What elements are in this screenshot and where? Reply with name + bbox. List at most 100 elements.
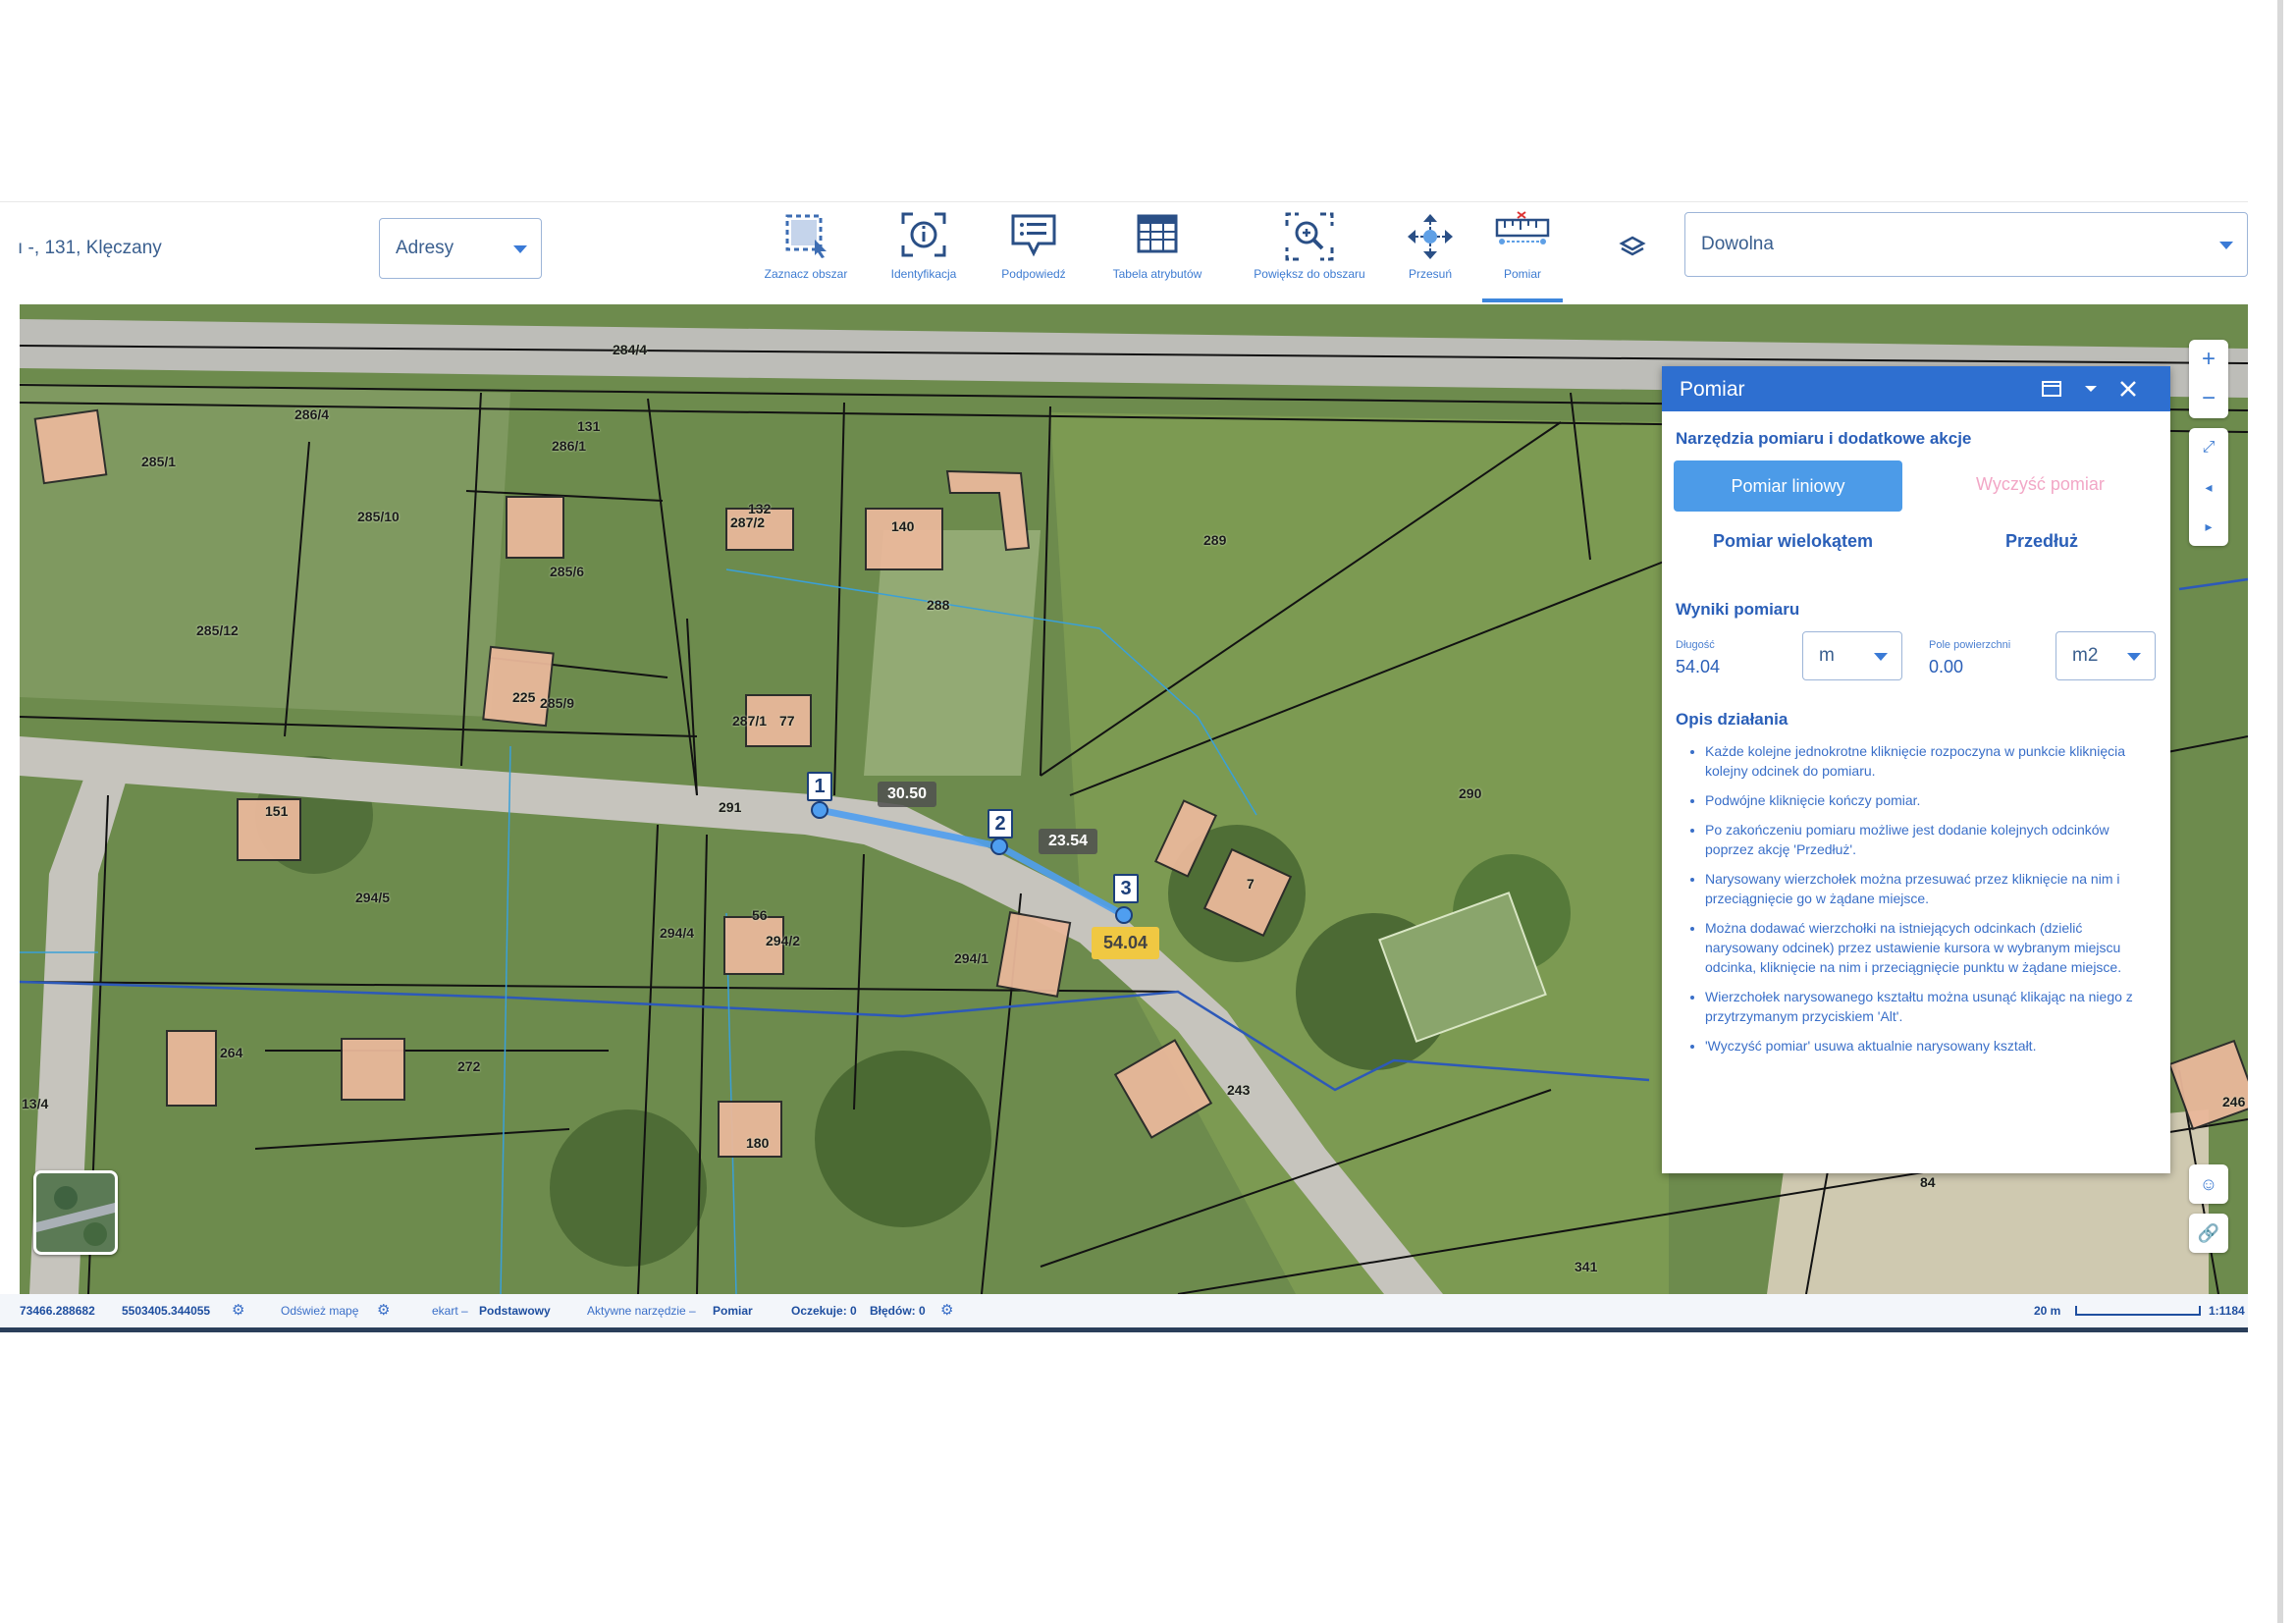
zoom-controls: + − [2189, 340, 2228, 418]
parcel-label: 294/4 [660, 925, 695, 941]
waiting-count: Oczekuje: 0 [791, 1304, 857, 1318]
total-length-label: 54.04 [1092, 927, 1160, 959]
tool-label: Powiększ do obszaru [1254, 267, 1365, 281]
address-text: ı -, 131, Klęczany [18, 238, 162, 258]
area-value: 0.00 [1929, 657, 1964, 676]
description-section-title: Opis działania [1676, 710, 1789, 729]
measure-point-2[interactable]: 2 [988, 809, 1013, 839]
measure-point-1[interactable]: 1 [807, 772, 832, 801]
parcel-label: 287/1 [732, 713, 768, 729]
zoom-out-icon[interactable]: − [2189, 379, 2228, 418]
scale-select-value: Dowolna [1701, 234, 1774, 254]
tool-attribute-table[interactable]: Tabela atrybutów [1103, 202, 1211, 300]
parcel-label: 246 [2222, 1094, 2246, 1109]
tool-measure[interactable]: Pomiar [1482, 202, 1563, 302]
parcel-label: 13/4 [22, 1096, 49, 1111]
parcel-label: 272 [457, 1058, 481, 1074]
extend-button[interactable]: Przedłuż [2005, 531, 2078, 552]
polygon-measure-button[interactable]: Pomiar wielokątem [1713, 531, 1873, 552]
speech-bubble-icon [1011, 214, 1056, 257]
settings-icon[interactable]: ⚙ [940, 1301, 953, 1319]
active-tool-value: Pomiar [713, 1304, 753, 1318]
chevron-down-icon [1874, 653, 1888, 661]
close-icon[interactable] [2115, 376, 2141, 402]
settings-icon[interactable]: ⚙ [377, 1301, 390, 1319]
tool-pan[interactable]: Przesuń [1376, 202, 1484, 300]
chevron-down-icon [2219, 242, 2233, 249]
tool-label: Przesuń [1408, 267, 1453, 281]
description-item: Narysowany wierzchołek można przesuwać p… [1705, 869, 2153, 908]
parcel-label: 285/9 [540, 695, 575, 711]
toolbar: ı -, 131, Klęczany Adresy Zaznacz obszar… [0, 201, 2248, 302]
tool-zoom-area[interactable]: Powiększ do obszaru [1251, 202, 1368, 300]
parcel-label: 77 [779, 713, 795, 729]
select-area-icon [785, 214, 827, 258]
parcel-label: 140 [891, 518, 915, 534]
next-extent-icon[interactable]: ▸ [2189, 507, 2228, 546]
line-measure-button[interactable]: Pomiar liniowy [1674, 460, 1902, 512]
link-control: 🔗 [2189, 1214, 2228, 1253]
scale-bar-label: 20 m [2034, 1304, 2061, 1318]
search-mode-select[interactable]: Adresy [379, 218, 542, 279]
parcel-label: 294/5 [355, 890, 391, 905]
parcel-label: 285/6 [550, 564, 585, 579]
search-mode-value: Adresy [396, 238, 454, 258]
tool-identify[interactable]: Identyfikacja [870, 202, 978, 300]
parcel-label: 285/12 [196, 622, 239, 638]
scale-ratio: 1:1184 [2209, 1304, 2245, 1318]
full-extent-icon[interactable]: ⤢ [2189, 428, 2228, 467]
parcel-label: 288 [927, 597, 950, 613]
settings-icon[interactable]: ⚙ [232, 1301, 244, 1319]
basemap-thumbnail[interactable] [33, 1170, 118, 1255]
description-item: Podwójne kliknięcie kończy pomiar. [1705, 790, 2153, 810]
chevron-down-icon [2127, 653, 2141, 661]
parcel-label: 284/4 [613, 342, 648, 357]
ekart-label: ekart – [432, 1304, 468, 1318]
layers-icon[interactable] [1618, 232, 1647, 261]
panel-title: Pomiar [1680, 378, 1745, 401]
link-icon[interactable]: 🔗 [2189, 1214, 2228, 1253]
scan-edge [2277, 0, 2283, 1623]
parcel-label: 291 [719, 799, 742, 815]
area-label: Pole powierzchni [1929, 639, 2011, 651]
parcel-label: 131 [577, 418, 601, 434]
move-arrows-icon [1408, 214, 1453, 259]
parcel-label: 225 [512, 689, 536, 705]
parcel-label: 286/1 [552, 438, 587, 454]
window-icon[interactable] [2039, 376, 2064, 402]
refresh-map-link[interactable]: Odśwież mapę [281, 1304, 358, 1318]
zoom-in-icon[interactable]: + [2189, 340, 2228, 379]
street-view-control: ☺ [2189, 1164, 2228, 1204]
clear-measure-button[interactable]: Wyczyść pomiar [1976, 474, 2105, 495]
table-icon [1137, 214, 1178, 253]
parcel-label: 243 [1227, 1082, 1251, 1098]
scale-select[interactable]: Dowolna [1684, 212, 2248, 277]
measure-point-3[interactable]: 3 [1113, 874, 1139, 903]
length-value: 54.04 [1676, 657, 1721, 676]
tool-select-area[interactable]: Zaznacz obszar [752, 202, 860, 300]
panel-header: Pomiar [1662, 366, 2170, 411]
previous-extent-icon[interactable]: ◂ [2189, 467, 2228, 507]
person-icon[interactable]: ☺ [2189, 1164, 2228, 1204]
segment-length-label: 23.54 [1039, 829, 1098, 854]
description-item: Po zakończeniu pomiaru możliwe jest doda… [1705, 820, 2153, 859]
tool-label: Zaznacz obszar [764, 267, 848, 281]
tools-section-title: Narzędzia pomiaru i dodatkowe akcje [1676, 429, 1972, 448]
description-list: Każde kolejne jednokrotne kliknięcie roz… [1691, 741, 2153, 1065]
ekart-value: Podstawowy [479, 1304, 551, 1318]
parcel-label: 264 [220, 1045, 243, 1060]
parcel-label: 341 [1575, 1259, 1598, 1274]
tool-label: Identyfikacja [890, 267, 957, 281]
scale-bar [2075, 1306, 2201, 1316]
collapse-icon[interactable] [2078, 376, 2104, 402]
length-unit-select[interactable]: m [1802, 631, 1902, 680]
parcel-label: 290 [1459, 785, 1482, 801]
info-icon [901, 212, 946, 257]
parcel-label: 84 [1920, 1174, 1936, 1190]
length-label: Długość [1676, 639, 1715, 651]
area-unit-select[interactable]: m2 [2056, 631, 2156, 680]
ruler-icon [1495, 211, 1550, 244]
parcel-label: 180 [746, 1135, 770, 1151]
chevron-down-icon [513, 245, 527, 253]
tool-hint[interactable]: Podpowiedź [980, 202, 1088, 300]
